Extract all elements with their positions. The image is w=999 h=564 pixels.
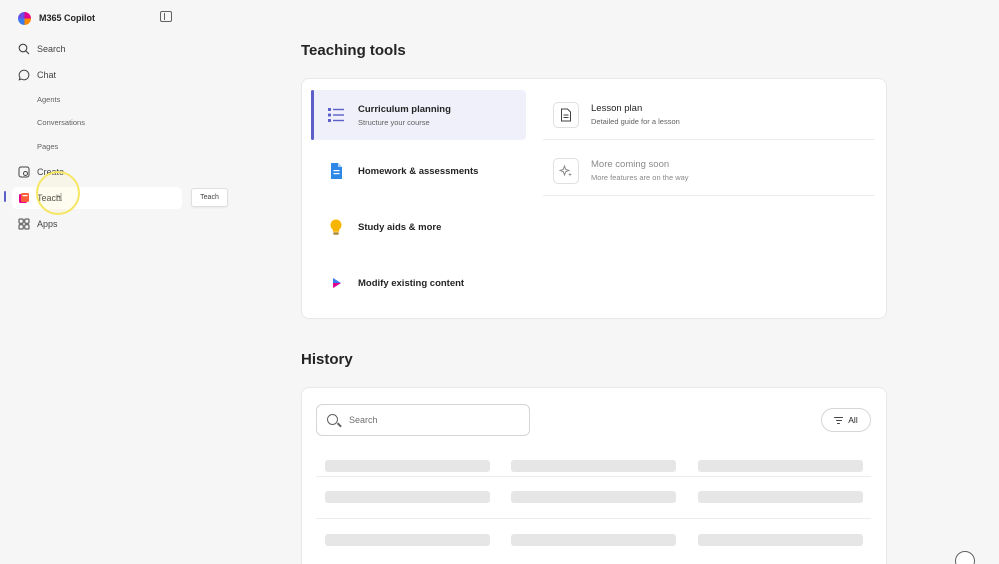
option-more-coming-soon: More coming soon More features are on th… bbox=[543, 146, 874, 196]
loading-placeholder bbox=[325, 460, 490, 472]
sidebar-item-label: Search bbox=[37, 44, 66, 54]
loading-placeholder bbox=[698, 534, 863, 546]
help-icon[interactable] bbox=[955, 551, 975, 564]
sidebar-item-chat[interactable]: Chat bbox=[18, 67, 56, 83]
apps-icon bbox=[18, 218, 30, 230]
sidebar-subitem-pages[interactable]: Pages bbox=[37, 142, 58, 151]
tool-title: Homework & assessments bbox=[358, 165, 479, 177]
option-title: More coming soon bbox=[591, 159, 670, 170]
row-divider bbox=[316, 518, 871, 519]
tool-title: Study aids & more bbox=[358, 221, 442, 233]
tool-modify-content[interactable]: Modify existing content bbox=[311, 258, 526, 308]
sidebar-item-label: Apps bbox=[37, 219, 58, 229]
copilot-logo-icon bbox=[18, 11, 31, 25]
filter-button[interactable]: All bbox=[821, 408, 871, 432]
sidebar-subitem-conversations[interactable]: Conversations bbox=[37, 118, 85, 127]
teaching-tools-title: Teaching tools bbox=[301, 42, 406, 59]
chat-icon bbox=[18, 69, 30, 81]
search-icon bbox=[327, 414, 338, 425]
list-icon bbox=[328, 108, 344, 122]
tool-subtitle: Structure your course bbox=[358, 117, 430, 127]
sidebar-item-apps[interactable]: Apps bbox=[18, 216, 58, 232]
loading-placeholder bbox=[698, 491, 863, 503]
filter-label: All bbox=[848, 415, 858, 425]
option-subtitle: More features are on the way bbox=[591, 173, 689, 182]
option-title: Lesson plan bbox=[591, 103, 643, 114]
loading-placeholder bbox=[511, 460, 676, 472]
document-icon bbox=[331, 163, 342, 179]
teach-tooltip: Teach bbox=[191, 188, 228, 207]
sidebar: M365 Copilot Search Chat Agents Conversa… bbox=[0, 0, 240, 564]
app-title: M365 Copilot bbox=[39, 13, 96, 23]
sidebar-item-search[interactable]: Search bbox=[18, 41, 66, 57]
tool-homework-assessments[interactable]: Homework & assessments bbox=[311, 146, 526, 196]
search-placeholder: Search bbox=[349, 415, 378, 425]
search-icon bbox=[18, 43, 30, 55]
sidebar-toggle-icon[interactable] bbox=[160, 11, 172, 22]
history-title: History bbox=[301, 351, 353, 368]
loading-placeholder bbox=[325, 491, 490, 503]
row-divider bbox=[316, 476, 871, 477]
option-lesson-plan[interactable]: Lesson plan Detailed guide for a lesson bbox=[543, 90, 874, 140]
page-icon bbox=[553, 101, 579, 128]
loading-placeholder bbox=[325, 534, 490, 546]
tool-study-aids[interactable]: Study aids & more bbox=[311, 202, 526, 252]
sparkle-icon bbox=[553, 157, 579, 184]
tool-title: Curriculum planning bbox=[358, 103, 451, 115]
option-subtitle: Detailed guide for a lesson bbox=[591, 117, 680, 126]
pointer-cursor-icon: ☝ bbox=[56, 192, 63, 204]
loading-placeholder bbox=[511, 491, 676, 503]
tool-curriculum-planning[interactable]: Curriculum planning Structure your cours… bbox=[311, 90, 526, 140]
loading-placeholder bbox=[698, 460, 863, 472]
history-search-input[interactable]: Search bbox=[316, 404, 530, 436]
sidebar-subitem-agents[interactable]: Agents bbox=[37, 95, 60, 104]
lightbulb-icon bbox=[330, 219, 342, 235]
sidebar-item-label: Chat bbox=[37, 70, 57, 80]
tool-title: Modify existing content bbox=[358, 277, 465, 289]
teach-icon bbox=[19, 193, 29, 203]
selected-indicator bbox=[4, 191, 6, 202]
loading-placeholder bbox=[511, 534, 676, 546]
create-icon bbox=[18, 166, 30, 178]
filter-icon bbox=[834, 416, 844, 424]
edit-icon bbox=[333, 278, 341, 288]
app-header: M365 Copilot bbox=[18, 10, 95, 26]
